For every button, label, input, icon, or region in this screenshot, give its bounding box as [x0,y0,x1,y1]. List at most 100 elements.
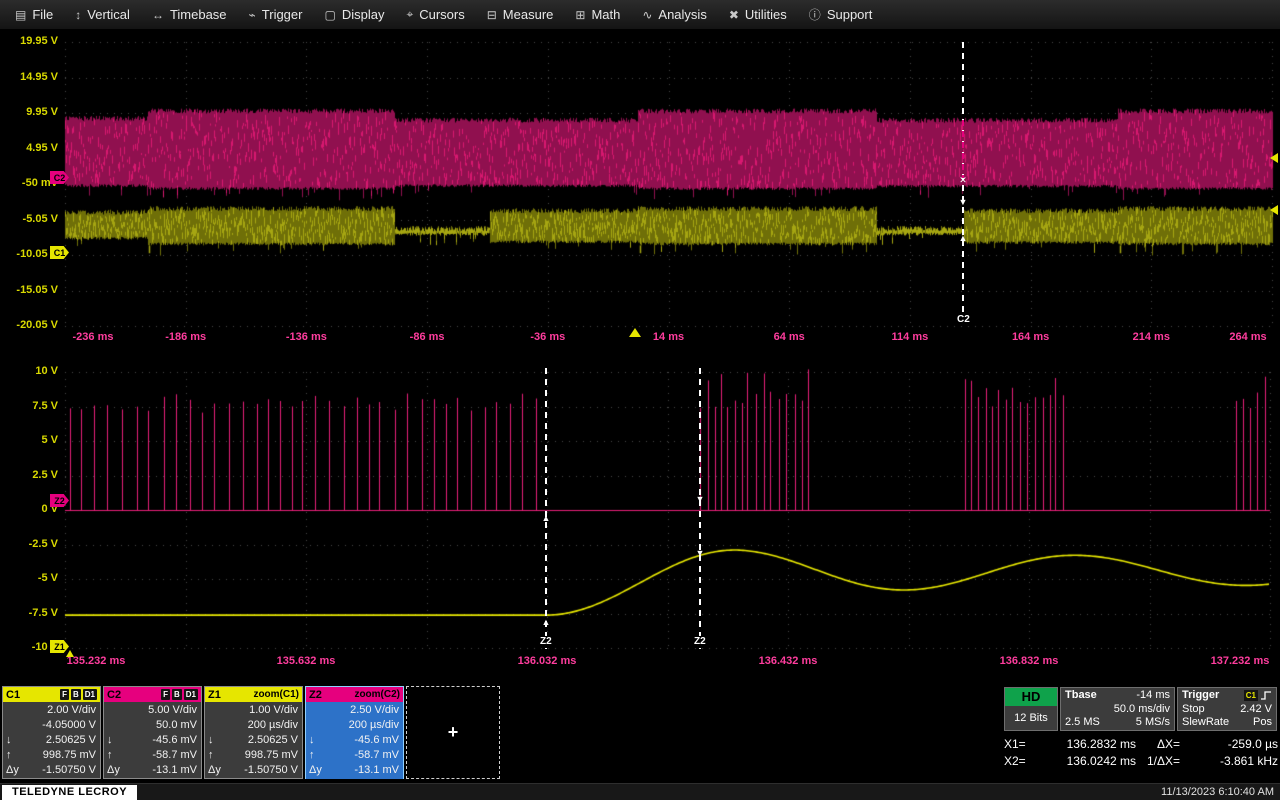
menu-item-display[interactable]: ▢ Display [313,0,395,29]
main-y-label: 14.95 V [2,71,58,83]
descriptor-subtitle: zoom(C2) [354,689,400,700]
menu-item-support[interactable]: ⓘSupport [798,0,884,29]
descriptor-title: C1 [6,689,20,701]
menu-item-file[interactable]: ▤File [4,0,64,29]
cursor-label: Z2 [538,636,554,648]
descriptor-badge-b[interactable]: B [172,689,182,700]
menu-item-math[interactable]: ⊞Math [564,0,631,29]
main-y-label: 19.95 V [2,35,58,47]
zoom-x-label: 136.432 ms [759,655,818,667]
main-x-label: 14 ms [653,331,684,343]
descriptor-row: ↑-58.7 mV [107,748,197,763]
cursor-up-icon[interactable]: ▲ [958,234,968,243]
descriptor-z1[interactable]: Z1zoom(C1)1.00 V/div200 µs/div↓2.50625 V… [204,686,303,779]
descriptor-c2[interactable]: C2FBD15.00 V/div50.0 mV↓-45.6 mV↑-58.7 m… [103,686,202,779]
main-y-label: -10.05 V [2,248,58,260]
zoom-y-label: 7.5 V [2,400,58,412]
zoom-cursor-left[interactable]: ▲ ▲ Z2 [545,368,547,649]
descriptor-row: ↓2.50625 V [6,733,96,748]
measure-icon: ⊟ [487,8,497,22]
trigger-mode: Stop [1182,703,1205,716]
cursor-down-icon[interactable]: ▼ [695,549,705,558]
waveform-canvas[interactable] [0,0,1280,800]
main-y-label: -5.05 V [2,213,58,225]
descriptor-title: Z1 [208,689,221,701]
descriptor-row: ↑998.75 mV [6,748,96,763]
tbase-label: Tbase [1065,689,1097,702]
cursor-label: Z2 [692,636,708,648]
zoom-y-label: -2.5 V [2,538,58,550]
trigger-box[interactable]: Trigger C1 Stop 2.42 V SlewRate Pos [1177,687,1277,731]
descriptor-badge-d1[interactable]: D1 [184,689,198,700]
menu-item-timebase[interactable]: ↔Timebase [141,0,238,29]
hd-mode-box[interactable]: HD 12 Bits [1004,687,1058,731]
menu-bar: ▤File↕Vertical↔Timebase⌁Trigger ▢ Display ⌖… [0,0,1280,30]
menu-item-label: Measure [503,7,554,22]
zoom-cursor-right[interactable]: ▼ ▼ Z2 [699,368,701,649]
x2-value: 136.0242 ms [1038,754,1136,769]
descriptor-c1[interactable]: C1FBD12.00 V/div-4.05000 V↓2.50625 V↑998… [2,686,101,779]
vertical-icon: ↕ [75,8,81,22]
hd-label: HD [1005,688,1057,706]
descriptor-row: 2.00 V/div [6,703,96,718]
descriptor-badge-f[interactable]: F [161,689,170,700]
main-x-label: 164 ms [1012,331,1049,343]
cursor-label: C2 [955,314,972,326]
main-y-label: 9.95 V [2,106,58,118]
main-x-label: -236 ms [73,331,114,343]
cursor-up-icon[interactable]: ▲ [541,618,551,627]
menu-item-utilities[interactable]: ✖ Utilities [718,0,798,29]
display-icon: ▢ [324,8,335,22]
zoom-x-label: 135.632 ms [277,655,336,667]
zoom-x-label: 136.032 ms [518,655,577,667]
descriptor-row: ↓-45.6 mV [309,733,399,748]
cursor-up-icon[interactable]: ▲ [541,514,551,523]
descriptor-row: ↓-45.6 mV [107,733,197,748]
menu-item-label: Cursors [419,7,465,22]
menu-item-vertical[interactable]: ↕Vertical [64,0,141,29]
add-trace-box[interactable]: + [406,686,500,779]
descriptor-z2[interactable]: Z2zoom(C2)2.50 V/div200 µs/div↓-45.6 mV↑… [305,686,404,779]
main-x-label: -186 ms [165,331,206,343]
menu-item-cursors[interactable]: ⌖Cursors [395,0,475,29]
menu-item-label: Utilities [745,7,787,22]
x1-label: X1= [1004,737,1038,752]
datetime-display: 11/13/2023 6:10:40 AM [1161,786,1280,798]
main-grid-cursor[interactable]: ✕ ▼ ▲ C2 [962,42,964,326]
descriptor-area: C1FBD12.00 V/div-4.05000 V↓2.50625 V↑998… [2,686,404,779]
main-x-label: -86 ms [410,331,445,343]
descriptor-row: 50.0 mV [107,718,197,733]
menu-item-trigger[interactable]: ⌁Trigger [238,0,314,29]
timebase-box[interactable]: Tbase -14 ms 50.0 ms/div 2.5 MS 5 MS/s [1060,687,1175,731]
trigger-source-badge: C1 [1244,690,1258,701]
level-marker-lower[interactable] [1270,205,1278,215]
trigger-edge-icon [1260,690,1272,701]
cursor-down-icon[interactable]: ▼ [695,495,705,504]
analysis-icon: ∿ [642,8,652,22]
menu-item-label: Timebase [170,7,227,22]
menu-item-measure[interactable]: ⊟ Measure [476,0,565,29]
main-x-label: 114 ms [892,331,929,343]
file-icon: ▤ [15,8,26,22]
math-icon: ⊞ [575,8,585,22]
trigger-position-marker[interactable] [629,328,641,337]
descriptor-badge-d1[interactable]: D1 [83,689,97,700]
main-y-label: -15.05 V [2,284,58,296]
cursor-cross-icon[interactable]: ✕ [958,176,968,185]
oscilloscope-app: ▤File↕Vertical↔Timebase⌁Trigger ▢ Display ⌖… [0,0,1280,800]
menu-item-label: Display [342,7,385,22]
main-x-label: 64 ms [774,331,805,343]
descriptor-title: Z2 [309,689,322,701]
descriptor-badge-f[interactable]: F [60,689,69,700]
dx-label: ΔX= [1136,737,1184,752]
zoom-x-label: 137.232 ms [1211,655,1270,667]
descriptor-badge-b[interactable]: B [71,689,81,700]
cursor-down-icon[interactable]: ▼ [958,198,968,207]
menu-item-analysis[interactable]: ∿Analysis [631,0,717,29]
main-y-label: 4.95 V [2,142,58,154]
utilities-icon: ✖ [729,8,739,22]
zoom-y-label: -7.5 V [2,607,58,619]
level-marker-upper[interactable] [1270,153,1278,163]
zoom-y-label: 0 V [2,503,58,515]
hd-bits: 12 Bits [1005,706,1057,730]
